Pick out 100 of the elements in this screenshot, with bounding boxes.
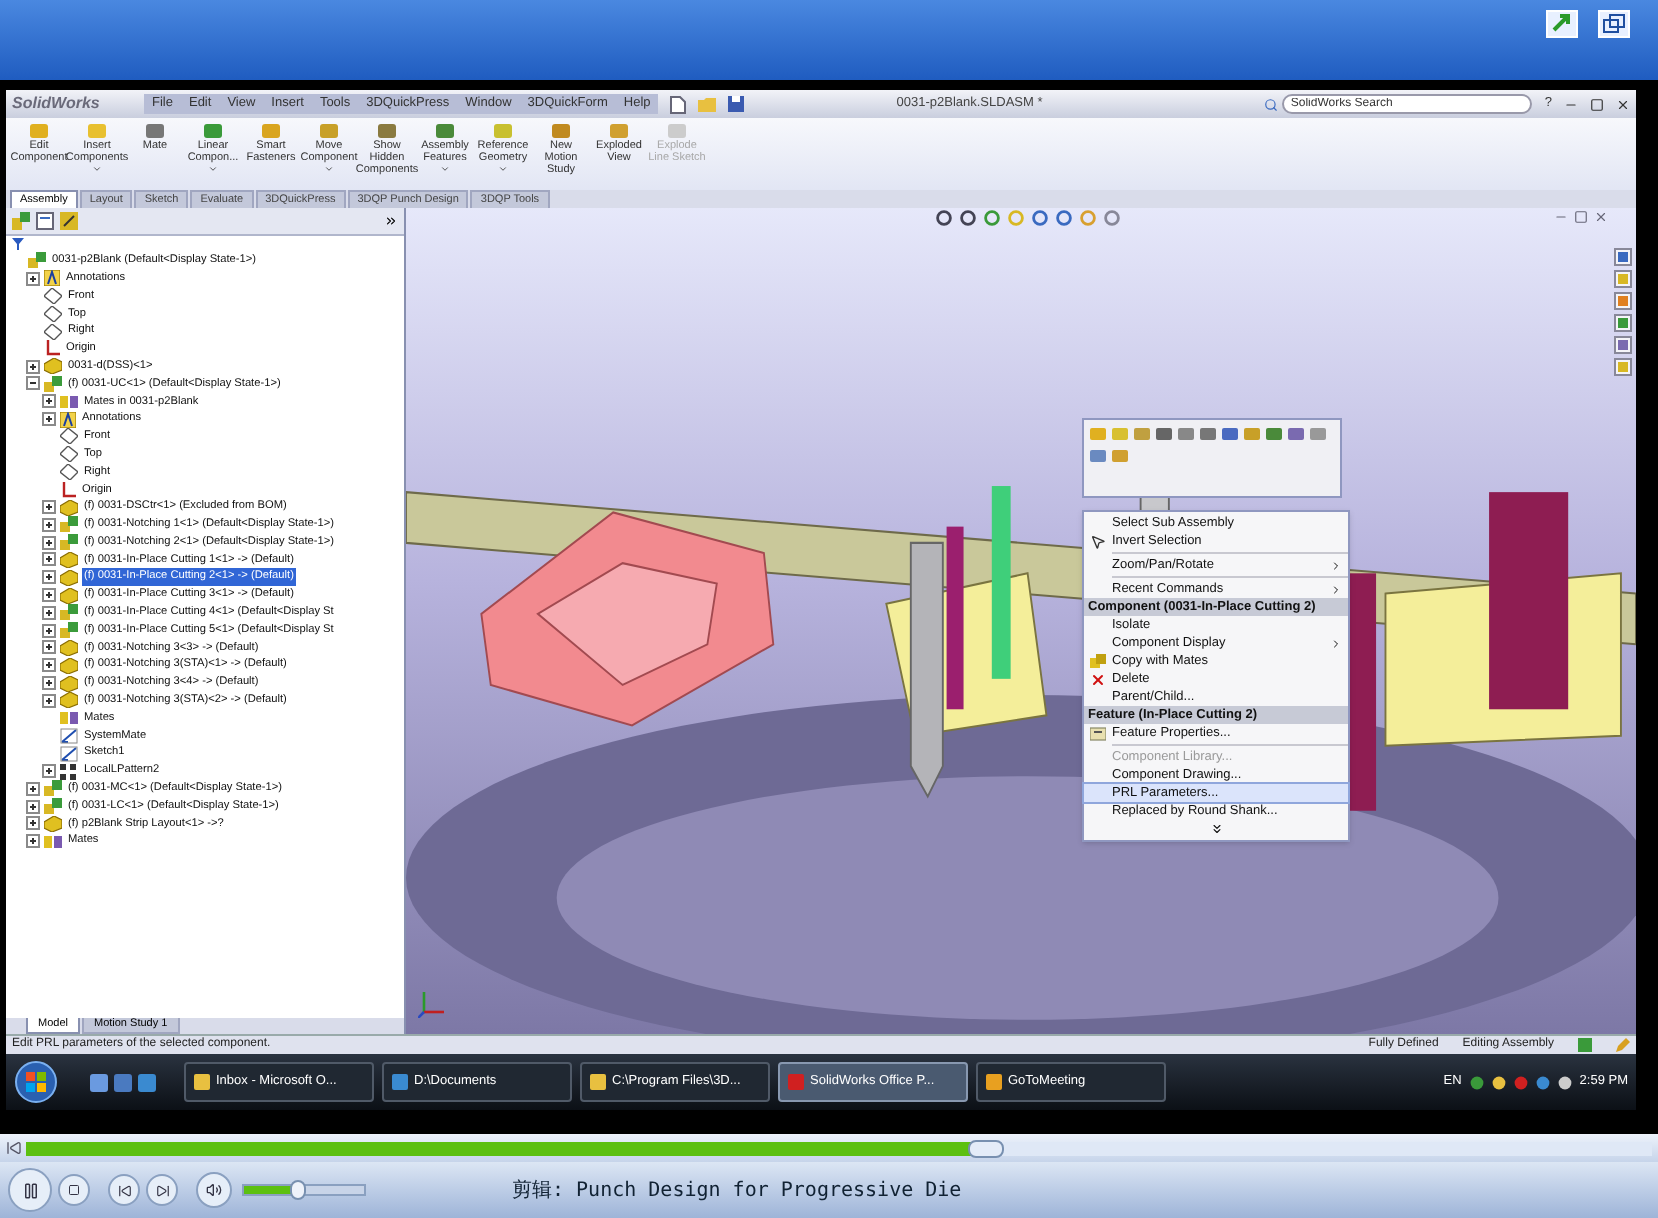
dropdown-caret-icon	[208, 164, 218, 174]
chevron-icon[interactable]	[384, 214, 398, 228]
assembly-icon	[44, 780, 62, 797]
expand-icon[interactable]	[42, 570, 56, 585]
expand-icon[interactable]	[26, 271, 40, 286]
assembly-icon	[60, 534, 78, 551]
rewind-icon[interactable]	[6, 1140, 22, 1156]
expand-icon[interactable]	[42, 658, 56, 673]
mute-button[interactable]	[196, 1172, 232, 1208]
stop-button[interactable]	[58, 1174, 90, 1206]
pattern-icon	[60, 763, 78, 779]
expand-icon[interactable]	[26, 359, 40, 374]
save-icon[interactable]	[728, 96, 745, 112]
tool-icon	[146, 122, 164, 140]
close-icon[interactable]	[1616, 97, 1630, 111]
part-icon	[44, 815, 62, 832]
expand-icon[interactable]	[42, 517, 56, 532]
seek-handle[interactable]	[967, 1139, 1004, 1157]
assembly-icon	[60, 604, 78, 621]
expand-icon[interactable]	[26, 781, 40, 796]
assembly-icon	[60, 516, 78, 533]
document-icon[interactable]	[670, 95, 687, 113]
part-icon	[44, 358, 62, 375]
app-icon	[194, 1074, 210, 1090]
expand-icon[interactable]	[26, 816, 40, 831]
pause-icon	[21, 1181, 39, 1199]
tool-icon	[436, 122, 454, 140]
pause-button[interactable]	[8, 1168, 52, 1212]
expand-icon[interactable]	[42, 552, 56, 567]
dropdown-caret-icon	[498, 164, 508, 174]
expand-icon[interactable]	[42, 535, 56, 550]
delete-icon	[1090, 671, 1106, 687]
origin-icon	[44, 340, 60, 357]
maximize-icon[interactable]	[1574, 210, 1588, 224]
maximize-icon[interactable]	[1590, 97, 1604, 111]
property-sheet-icon[interactable]	[36, 212, 54, 230]
expand-icon[interactable]	[42, 640, 56, 655]
tool-icon	[262, 122, 280, 140]
expand-icon[interactable]	[42, 500, 56, 515]
dropdown-caret-icon	[440, 164, 450, 174]
expand-icon[interactable]	[42, 623, 56, 638]
mates-icon	[60, 710, 78, 727]
expand-icon[interactable]	[42, 676, 56, 691]
assembly-icon	[28, 252, 46, 269]
next-icon	[155, 1183, 169, 1197]
restore-window-icon[interactable]	[1598, 10, 1630, 38]
app-logo: SolidWorks	[12, 92, 102, 116]
assembly-icon	[60, 622, 78, 639]
volume-thumb[interactable]	[290, 1180, 306, 1200]
tool-icon	[610, 122, 628, 140]
sketch-icon	[60, 727, 78, 744]
tool-icon	[494, 122, 512, 140]
previous-icon	[117, 1183, 131, 1197]
assembly-icon[interactable]	[12, 212, 30, 230]
sketch-icon	[60, 745, 78, 762]
properties-icon	[1090, 725, 1106, 741]
annotations-icon	[60, 411, 76, 428]
expand-icon[interactable]	[26, 799, 40, 814]
app-icon	[986, 1074, 1002, 1090]
tool-icon	[668, 122, 686, 140]
dropdown-caret-icon	[92, 164, 102, 174]
close-icon[interactable]	[1594, 210, 1608, 224]
volume-slider[interactable]	[242, 1184, 366, 1196]
app-icon	[392, 1074, 408, 1090]
copy-icon	[1090, 653, 1106, 669]
expand-icon[interactable]	[42, 605, 56, 620]
origin-icon	[60, 481, 76, 498]
start-button-icon[interactable]	[14, 1060, 58, 1104]
dropdown-caret-icon	[324, 164, 334, 174]
expand-icon[interactable]	[42, 394, 56, 409]
cursor-icon	[1090, 533, 1106, 549]
app-icon	[590, 1074, 606, 1090]
previous-button[interactable]	[108, 1174, 140, 1206]
switch-view-icon[interactable]	[1546, 10, 1578, 38]
stop-icon	[68, 1184, 80, 1196]
speaker-icon	[206, 1182, 222, 1198]
next-button[interactable]	[146, 1174, 178, 1206]
expand-icon[interactable]	[42, 693, 56, 708]
expand-menu-icon[interactable]	[1209, 822, 1223, 836]
mates-icon	[60, 393, 78, 410]
mates-icon	[44, 833, 62, 850]
expand-icon[interactable]	[26, 834, 40, 849]
tool-icon	[88, 122, 106, 140]
tool-icon	[204, 122, 222, 140]
part-icon	[60, 499, 78, 516]
axis-triad-icon	[418, 990, 446, 1018]
app-icon	[788, 1074, 804, 1090]
expand-icon[interactable]	[42, 588, 56, 603]
annotations-icon	[44, 270, 60, 287]
assembly-icon	[44, 798, 62, 815]
clip-title: 剪辑: Punch Design for Progressive Die	[512, 1177, 962, 1205]
tool-icon	[378, 122, 396, 140]
search-icon	[1264, 97, 1279, 111]
tool-icon	[30, 122, 48, 140]
tool-icon	[552, 122, 570, 140]
collapse-icon[interactable]	[26, 376, 40, 391]
expand-icon[interactable]	[42, 412, 56, 427]
expand-icon[interactable]	[42, 764, 56, 778]
assembly-icon	[44, 375, 62, 392]
tool-icon	[320, 122, 338, 140]
